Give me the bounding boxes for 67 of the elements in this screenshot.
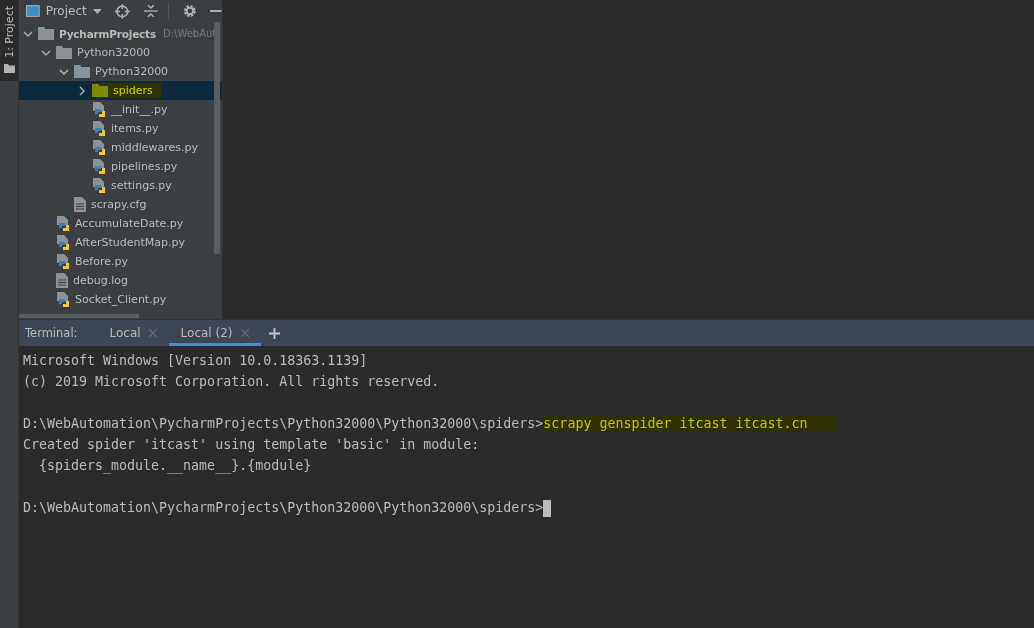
item-name: debug.log xyxy=(73,274,128,287)
item-name: settings.py xyxy=(111,179,172,192)
item-name: scrapy.cfg xyxy=(91,198,147,211)
folder-icon xyxy=(74,65,90,78)
folder-icon xyxy=(92,84,108,97)
item-name: pipelines.py xyxy=(111,160,178,173)
item-name: PycharmProjects xyxy=(59,27,156,40)
terminal-label: Terminal: xyxy=(25,326,78,340)
python-file-icon xyxy=(56,291,70,308)
collapse-icon[interactable] xyxy=(144,4,158,18)
text-file-icon xyxy=(56,273,68,288)
item-name: Socket_Client.py xyxy=(75,293,167,306)
terminal-output: Microsoft Windows [Version 10.0.18363.1139] xyxy=(23,353,368,368)
item-name: AfterStudentMap.py xyxy=(75,236,185,249)
item-name: AccumulateDate.py xyxy=(75,217,184,230)
item-name: spiders xyxy=(113,84,153,97)
terminal-output: {spiders_module.__name__}.{module} xyxy=(38,458,312,473)
tree-item[interactable]: items.py xyxy=(19,119,222,138)
locate-icon[interactable] xyxy=(115,3,131,19)
item-name: items.py xyxy=(111,122,159,135)
python-file-icon xyxy=(92,139,106,156)
folder-icon xyxy=(38,27,54,40)
python-file-icon xyxy=(56,215,70,232)
panel-title[interactable]: Project xyxy=(45,4,87,18)
terminal-prompt: D:\WebAutomation\PycharmProjects\Python32000\Python32000\spiders> xyxy=(23,416,544,431)
tree-item[interactable]: Socket_Client.py xyxy=(19,290,222,309)
python-file-icon xyxy=(92,177,106,194)
project-tool-tab[interactable]: 1: Project xyxy=(0,0,18,81)
terminal-command: scrapy genspider itcast itcast.cn xyxy=(543,416,838,431)
tree-item[interactable]: Python32000 xyxy=(19,62,222,81)
add-icon[interactable] xyxy=(268,327,280,339)
item-name: middlewares.py xyxy=(111,141,199,154)
folder-icon xyxy=(56,46,72,59)
tree-item[interactable]: AfterStudentMap.py xyxy=(19,233,222,252)
tree-item[interactable]: spiders xyxy=(19,81,222,100)
tree-item[interactable]: __init__.py xyxy=(19,100,222,119)
tree-item[interactable]: middlewares.py xyxy=(19,138,222,157)
tree-item[interactable]: pipelines.py xyxy=(19,157,222,176)
folder-icon xyxy=(3,63,15,73)
tree-item[interactable]: debug.log xyxy=(19,271,222,290)
terminal-prompt: D:\WebAutomation\PycharmProjects\Python32000\Python32000\spiders> xyxy=(23,500,544,515)
tree-item[interactable]: settings.py xyxy=(19,176,222,195)
terminal-tab[interactable]: Local (2) xyxy=(168,320,261,346)
python-file-icon xyxy=(92,101,106,118)
tree-item[interactable]: Python32000 xyxy=(19,43,222,62)
python-file-icon xyxy=(92,158,106,175)
text-file-icon xyxy=(74,197,86,212)
terminal-output: (c) 2019 Microsoft Corporation. All rights reserved. xyxy=(23,374,440,389)
dropdown-caret-icon[interactable] xyxy=(92,8,102,14)
terminal-tab[interactable]: Local xyxy=(97,320,169,346)
settings-icon[interactable] xyxy=(182,4,197,18)
tab-label: Local xyxy=(109,326,141,340)
tree-item[interactable]: AccumulateDate.py xyxy=(19,214,222,233)
item-name: Python32000 xyxy=(95,65,169,78)
terminal-output: Created spider 'itcast' using template 'basic' in module: xyxy=(23,437,480,452)
item-name: Python32000 xyxy=(77,46,151,59)
tree-item[interactable]: Before.py xyxy=(19,252,222,271)
python-file-icon xyxy=(92,120,106,137)
window-icon xyxy=(26,5,40,17)
python-file-icon xyxy=(56,234,70,251)
item-name: Before.py xyxy=(75,255,128,268)
chevron-right-icon[interactable] xyxy=(77,85,87,96)
python-file-icon xyxy=(56,253,70,270)
tree-item[interactable]: scrapy.cfg xyxy=(19,195,222,214)
tab-label: Local (2) xyxy=(180,326,233,340)
item-name: __init__.py xyxy=(111,103,168,116)
scrollbar[interactable] xyxy=(214,22,220,254)
